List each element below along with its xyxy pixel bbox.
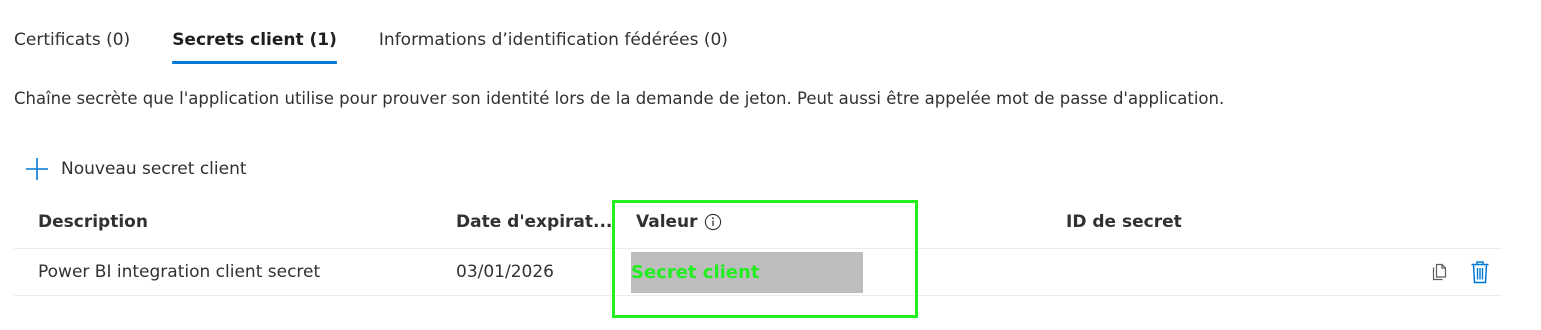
annotation-label: Secret client: [631, 262, 760, 283]
info-icon[interactable]: [704, 213, 722, 231]
column-header-description[interactable]: Description: [38, 202, 148, 242]
section-description: Chaîne secrète que l'application utilise…: [14, 89, 1225, 108]
column-header-expiration[interactable]: Date d'expirat...: [456, 202, 612, 242]
delete-icon[interactable]: [1468, 259, 1492, 285]
new-client-secret-button[interactable]: Nouveau secret client: [25, 154, 247, 184]
column-header-value-label: Valeur: [636, 212, 698, 232]
tab-certificates[interactable]: Certificats (0): [14, 26, 130, 64]
column-header-secret-id[interactable]: ID de secret: [1066, 202, 1182, 242]
tab-federated-credentials[interactable]: Informations d’identification fédérées (…: [379, 26, 728, 64]
secret-expiration-cell: 03/01/2026: [456, 262, 554, 282]
copy-icon[interactable]: [1428, 259, 1452, 285]
plus-icon: [25, 157, 49, 181]
new-client-secret-label: Nouveau secret client: [61, 159, 247, 179]
secret-value-redaction: Secret client: [631, 252, 863, 293]
secret-description-cell: Power BI integration client secret: [38, 262, 321, 282]
tab-client-secrets[interactable]: Secrets client (1): [172, 26, 337, 64]
column-header-value[interactable]: Valeur: [636, 202, 722, 242]
table-row: Power BI integration client secret 03/01…: [14, 249, 1502, 296]
secrets-table-header: Description Date d'expirat... Valeur ID …: [14, 202, 1502, 249]
row-actions: [1428, 249, 1492, 295]
tab-bar: Certificats (0) Secrets client (1) Infor…: [14, 26, 728, 68]
